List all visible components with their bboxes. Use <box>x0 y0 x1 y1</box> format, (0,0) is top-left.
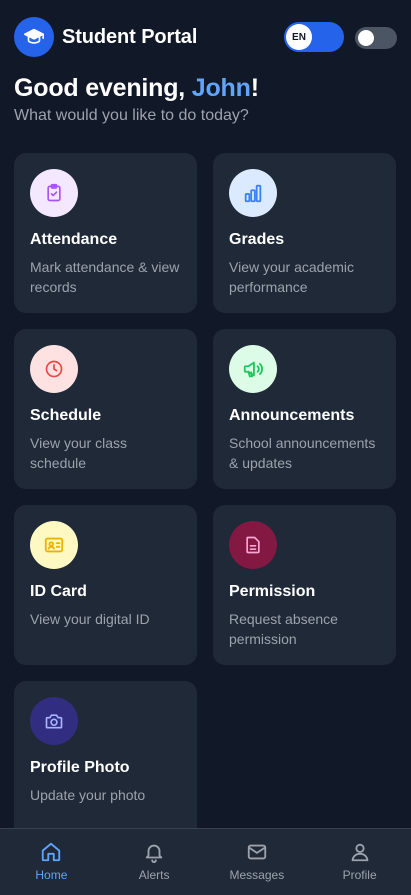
user-name: John <box>191 74 251 102</box>
bottom-navigation: Home Alerts Messages Profile <box>0 828 411 895</box>
nav-home[interactable]: Home <box>0 829 103 895</box>
bar-chart-icon <box>229 169 277 217</box>
card-title: Profile Photo <box>30 759 130 776</box>
bell-icon <box>145 844 163 863</box>
schedule-card[interactable]: Schedule View your class schedule <box>14 329 197 489</box>
nav-alerts[interactable]: Alerts <box>103 829 206 895</box>
graduation-cap-icon <box>14 17 54 57</box>
theme-toggle[interactable] <box>355 27 397 49</box>
profile-photo-card[interactable]: Profile Photo Update your photo <box>14 681 197 841</box>
nav-label: Profile <box>342 868 377 882</box>
app-title: Student Portal <box>62 25 198 48</box>
card-description: Update your photo <box>30 787 146 803</box>
feature-grid: Attendance Mark attendance & view record… <box>14 153 396 841</box>
greeting-suffix: ! <box>250 74 259 102</box>
greeting-subtitle: What would you like to do today? <box>14 107 249 124</box>
card-description: View your academic performance <box>229 259 355 295</box>
nav-profile[interactable]: Profile <box>308 829 411 895</box>
card-description: Request absence permission <box>229 611 338 647</box>
attendance-card[interactable]: Attendance Mark attendance & view record… <box>14 153 197 313</box>
home-icon <box>42 842 61 862</box>
id-card-icon <box>30 521 78 569</box>
language-toggle[interactable]: EN <box>284 22 344 52</box>
card-title: Announcements <box>229 407 355 424</box>
card-title: Permission <box>229 583 316 600</box>
nav-messages[interactable]: Messages <box>206 829 309 895</box>
card-title: Grades <box>229 231 285 248</box>
grades-card[interactable]: Grades View your academic performance <box>213 153 396 313</box>
user-icon <box>351 843 368 862</box>
theme-toggle-knob <box>358 30 374 46</box>
mail-icon <box>247 844 267 860</box>
permission-card[interactable]: Permission Request absence permission <box>213 505 396 665</box>
nav-label: Home <box>35 868 68 882</box>
card-description: View your digital ID <box>30 611 150 627</box>
nav-label: Messages <box>229 868 285 882</box>
clipboard-check-icon <box>30 169 78 217</box>
greeting-heading: Good evening, John! <box>14 74 259 103</box>
announcements-card[interactable]: Announcements School announcements & upd… <box>213 329 396 489</box>
card-title: Attendance <box>30 231 118 248</box>
document-icon <box>229 521 277 569</box>
card-description: School announcements & updates <box>229 435 376 471</box>
clock-icon <box>30 345 78 393</box>
id-card-card[interactable]: ID Card View your digital ID <box>14 505 197 665</box>
card-description: View your class schedule <box>30 435 128 471</box>
camera-icon <box>30 697 78 745</box>
nav-label: Alerts <box>138 868 170 882</box>
card-description: Mark attendance & view records <box>30 259 180 295</box>
greeting-prefix: Good evening, <box>14 74 192 102</box>
language-label: EN <box>286 24 312 50</box>
app-header: Student Portal EN <box>14 17 397 57</box>
card-title: Schedule <box>30 407 102 424</box>
card-title: ID Card <box>30 583 87 600</box>
megaphone-icon <box>229 345 277 393</box>
